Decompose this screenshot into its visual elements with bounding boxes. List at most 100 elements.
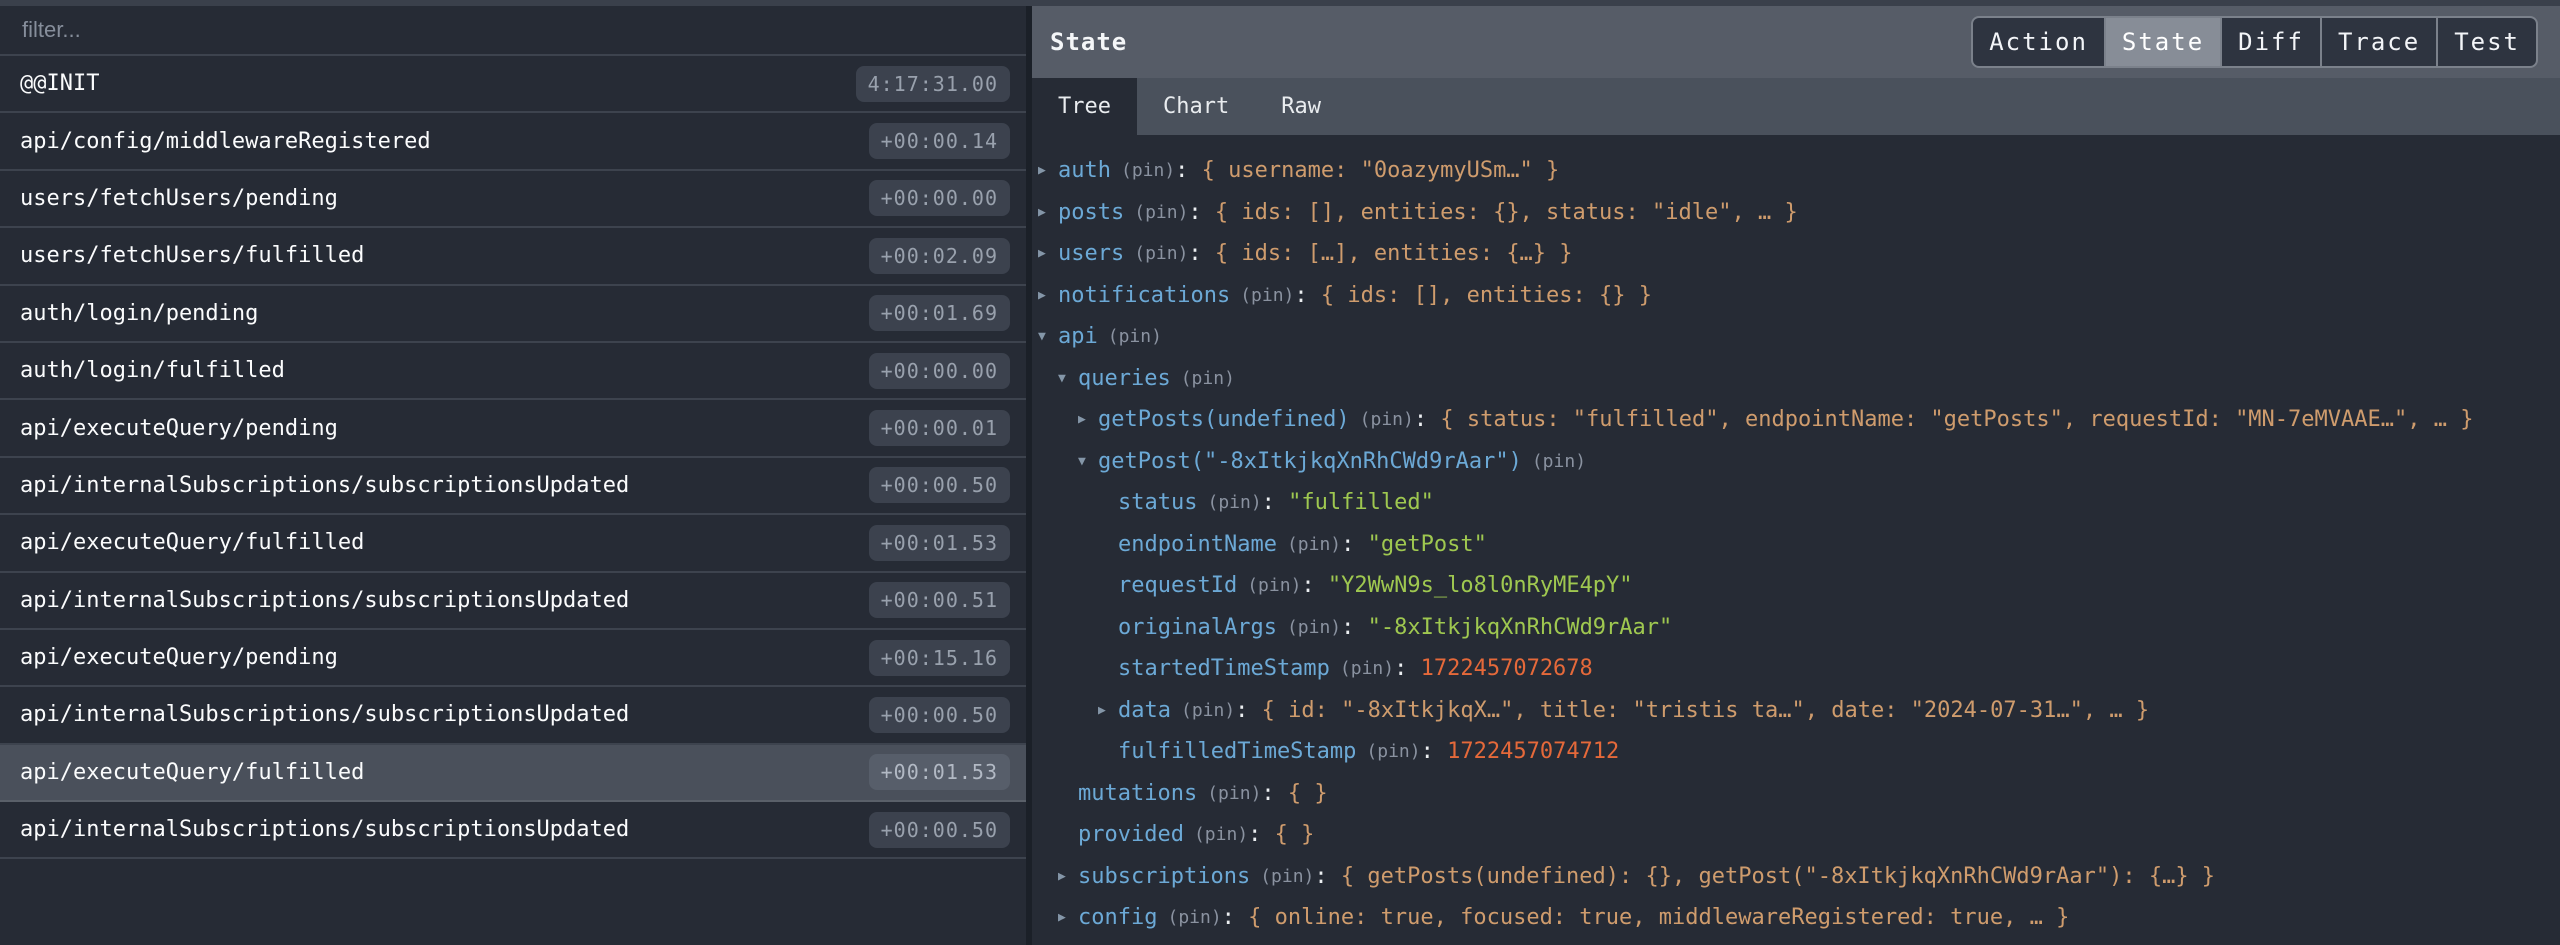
subtab-raw[interactable]: Raw bbox=[1255, 78, 1347, 135]
pin-button[interactable]: (pin) bbox=[1121, 160, 1175, 181]
collapse-arrow-icon[interactable]: ▼ bbox=[1058, 371, 1078, 386]
expand-arrow-icon[interactable]: ▶ bbox=[1058, 869, 1078, 884]
tree-key[interactable]: data bbox=[1118, 698, 1171, 723]
tree-node: ▶posts(pin): { ids: [], entities: {}, st… bbox=[1038, 192, 2560, 234]
action-timestamp: +00:00.51 bbox=[869, 582, 1010, 618]
tree-value-string: "fulfilled" bbox=[1288, 490, 1434, 515]
pin-button[interactable]: (pin) bbox=[1167, 907, 1221, 928]
pin-button[interactable]: (pin) bbox=[1240, 285, 1294, 306]
collapse-arrow-icon[interactable]: ▼ bbox=[1038, 329, 1058, 344]
action-list-item[interactable]: api/config/middlewareRegistered+00:00.14 bbox=[0, 113, 1026, 170]
tree-key[interactable]: getPost("-8xItkjkqXnRhCWd9rAar") bbox=[1098, 449, 1522, 474]
subtab-tree[interactable]: Tree bbox=[1032, 78, 1137, 135]
action-list-item[interactable]: api/executeQuery/fulfilled+00:01.53 bbox=[0, 515, 1026, 572]
tree-key[interactable]: notifications bbox=[1058, 283, 1230, 308]
action-list-item[interactable]: api/internalSubscriptions/subscriptionsU… bbox=[0, 687, 1026, 744]
action-list-item[interactable]: api/executeQuery/pending+00:00.01 bbox=[0, 400, 1026, 457]
inspector-panel: State ActionStateDiffTraceTest TreeChart… bbox=[1032, 6, 2560, 945]
pin-button[interactable]: (pin) bbox=[1194, 824, 1248, 845]
tree-node: requestId(pin): "Y2WwN9s_lo8l0nRyME4pY" bbox=[1038, 565, 2560, 607]
action-name: api/config/middlewareRegistered bbox=[20, 129, 431, 154]
action-timestamp: +00:02.09 bbox=[869, 238, 1010, 274]
expand-arrow-icon[interactable]: ▶ bbox=[1038, 246, 1058, 261]
tab-state[interactable]: State bbox=[2104, 18, 2220, 66]
pin-button[interactable]: (pin) bbox=[1366, 741, 1420, 762]
action-list-item[interactable]: api/internalSubscriptions/subscriptionsU… bbox=[0, 573, 1026, 630]
tree-node: fulfilledTimeStamp(pin): 1722457074712 bbox=[1038, 731, 2560, 773]
pin-button[interactable]: (pin) bbox=[1207, 783, 1261, 804]
pin-button[interactable]: (pin) bbox=[1181, 700, 1235, 721]
key-colon: : bbox=[1394, 656, 1421, 681]
tab-action[interactable]: Action bbox=[1973, 18, 2104, 66]
filter-input[interactable] bbox=[20, 16, 1006, 44]
tree-node: ▶getPosts(undefined)(pin): { status: "fu… bbox=[1038, 399, 2560, 441]
tree-key[interactable]: provided bbox=[1078, 822, 1184, 847]
pin-button[interactable]: (pin) bbox=[1108, 326, 1162, 347]
tree-node: ▶data(pin): { id: "-8xItkjkqX…", title: … bbox=[1038, 690, 2560, 732]
pin-button[interactable]: (pin) bbox=[1247, 575, 1301, 596]
tree-node: originalArgs(pin): "-8xItkjkqXnRhCWd9rAa… bbox=[1038, 607, 2560, 649]
tree-node: ▼api (pin) bbox=[1038, 316, 2560, 358]
tree-key[interactable]: getPosts(undefined) bbox=[1098, 407, 1350, 432]
tree-value-preview: { online: true, focused: true, middlewar… bbox=[1248, 905, 2069, 930]
tree-key[interactable]: fulfilledTimeStamp bbox=[1118, 739, 1356, 764]
tree-node: status(pin): "fulfilled" bbox=[1038, 482, 2560, 524]
tree-key[interactable]: endpointName bbox=[1118, 532, 1277, 557]
pin-button[interactable]: (pin) bbox=[1181, 368, 1235, 389]
expand-arrow-icon[interactable]: ▶ bbox=[1058, 910, 1078, 925]
key-colon: : bbox=[1301, 573, 1328, 598]
tab-trace[interactable]: Trace bbox=[2320, 18, 2436, 66]
action-list-item[interactable]: @@INIT4:17:31.00 bbox=[0, 56, 1026, 113]
pin-button[interactable]: (pin) bbox=[1340, 658, 1394, 679]
key-colon: : bbox=[1414, 407, 1441, 432]
tab-test[interactable]: Test bbox=[2436, 18, 2536, 66]
subtab-chart[interactable]: Chart bbox=[1137, 78, 1255, 135]
action-list-panel: @@INIT4:17:31.00api/config/middlewareReg… bbox=[0, 6, 1026, 945]
action-list-item[interactable]: api/internalSubscriptions/subscriptionsU… bbox=[0, 458, 1026, 515]
expand-arrow-icon[interactable]: ▶ bbox=[1038, 205, 1058, 220]
tree-key[interactable]: queries bbox=[1078, 366, 1171, 391]
pin-button[interactable]: (pin) bbox=[1260, 866, 1314, 887]
pin-button[interactable]: (pin) bbox=[1134, 243, 1188, 264]
action-name: auth/login/pending bbox=[20, 301, 258, 326]
action-list-item[interactable]: api/executeQuery/pending+00:15.16 bbox=[0, 630, 1026, 687]
action-list-item[interactable]: users/fetchUsers/fulfilled+00:02.09 bbox=[0, 228, 1026, 285]
collapse-arrow-icon[interactable]: ▼ bbox=[1078, 454, 1098, 469]
action-list-item[interactable]: api/executeQuery/fulfilled+00:01.53 bbox=[0, 745, 1026, 802]
action-list-item[interactable]: users/fetchUsers/pending+00:00.00 bbox=[0, 171, 1026, 228]
tree-key[interactable]: auth bbox=[1058, 158, 1111, 183]
action-filter-row bbox=[0, 6, 1026, 56]
tree-key[interactable]: mutations bbox=[1078, 781, 1197, 806]
tree-value-number: 1722457072678 bbox=[1421, 656, 1593, 681]
tree-node: ▶config(pin): { online: true, focused: t… bbox=[1038, 897, 2560, 939]
pin-button[interactable]: (pin) bbox=[1532, 451, 1586, 472]
expand-arrow-icon[interactable]: ▶ bbox=[1098, 703, 1118, 718]
action-list-item[interactable]: api/internalSubscriptions/subscriptionsU… bbox=[0, 802, 1026, 859]
tab-diff[interactable]: Diff bbox=[2220, 18, 2320, 66]
pin-button[interactable]: (pin) bbox=[1134, 202, 1188, 223]
tree-key[interactable]: config bbox=[1078, 905, 1157, 930]
top-border-strip bbox=[0, 0, 2560, 6]
action-list-item[interactable]: auth/login/fulfilled+00:00.00 bbox=[0, 343, 1026, 400]
action-timestamp: +00:15.16 bbox=[869, 640, 1010, 676]
action-timestamp: +00:00.00 bbox=[869, 353, 1010, 389]
pin-button[interactable]: (pin) bbox=[1360, 409, 1414, 430]
expand-arrow-icon[interactable]: ▶ bbox=[1038, 288, 1058, 303]
tree-key[interactable]: status bbox=[1118, 490, 1197, 515]
pin-button[interactable]: (pin) bbox=[1287, 534, 1341, 555]
tree-key[interactable]: requestId bbox=[1118, 573, 1237, 598]
redux-devtools-window: @@INIT4:17:31.00api/config/middlewareReg… bbox=[0, 0, 2560, 945]
tree-key[interactable]: posts bbox=[1058, 200, 1124, 225]
expand-arrow-icon[interactable]: ▶ bbox=[1038, 163, 1058, 178]
tree-key[interactable]: api bbox=[1058, 324, 1098, 349]
action-timestamp: +00:01.69 bbox=[869, 295, 1010, 331]
pin-button[interactable]: (pin) bbox=[1287, 617, 1341, 638]
tree-key[interactable]: originalArgs bbox=[1118, 615, 1277, 640]
pin-button[interactable]: (pin) bbox=[1207, 492, 1261, 513]
tree-key[interactable]: startedTimeStamp bbox=[1118, 656, 1330, 681]
tree-key[interactable]: subscriptions bbox=[1078, 864, 1250, 889]
expand-arrow-icon[interactable]: ▶ bbox=[1078, 412, 1098, 427]
tree-node: mutations(pin): { } bbox=[1038, 773, 2560, 815]
action-list-item[interactable]: auth/login/pending +00:01.69 bbox=[0, 286, 1026, 343]
tree-key[interactable]: users bbox=[1058, 241, 1124, 266]
